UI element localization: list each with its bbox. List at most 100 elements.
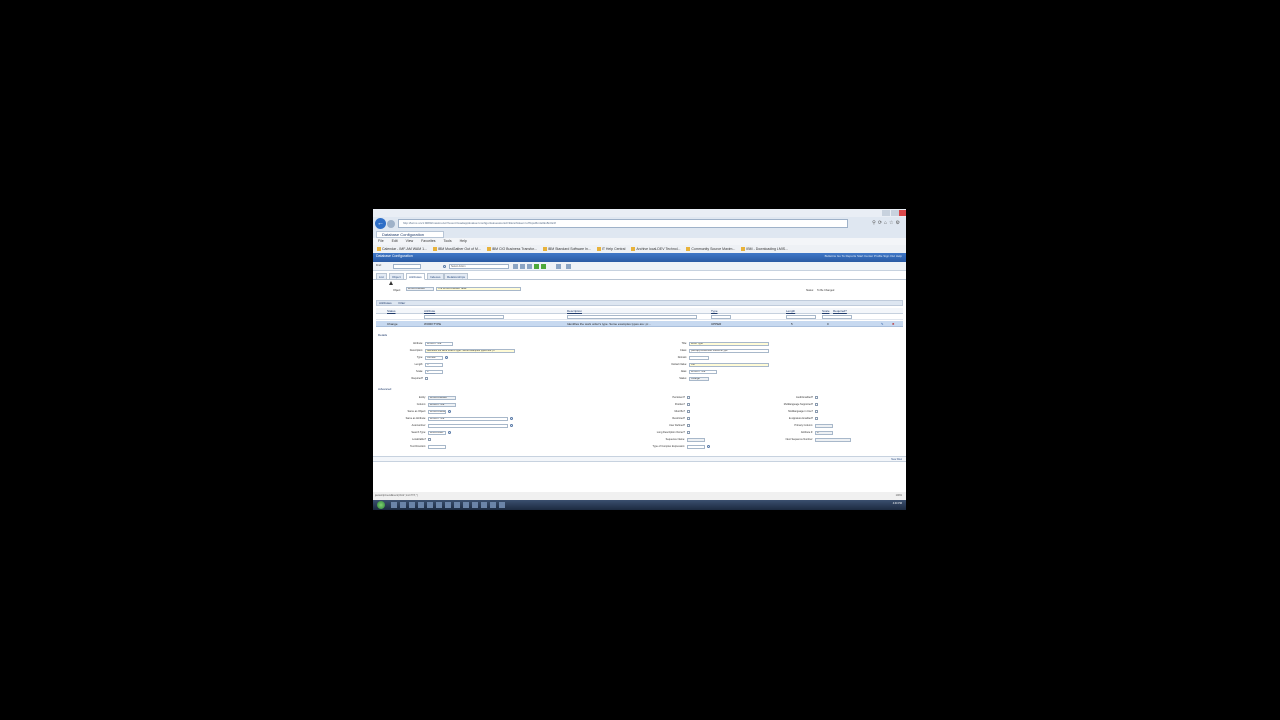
close-icon[interactable]: [899, 210, 906, 216]
filter-description-input[interactable]: [567, 315, 697, 319]
favorite-item[interactable]: IBM Standard Software In...: [542, 247, 591, 252]
mail-icon[interactable]: [418, 502, 424, 508]
edit-row-icon[interactable]: ✎: [881, 321, 884, 327]
tab-indexes[interactable]: Indexes: [427, 273, 444, 280]
menu-file[interactable]: File: [378, 239, 384, 243]
scale-field[interactable]: 0: [425, 370, 443, 374]
system-tray-clock[interactable]: 4:40 PM: [893, 502, 902, 505]
same-as-object-field[interactable]: WORKORDER: [428, 410, 446, 414]
object-field[interactable]: WORKORDER: [406, 287, 434, 291]
autonumber-field[interactable]: [428, 424, 508, 428]
favorite-item[interactable]: Calendar - IMF-AM WAM 1...: [377, 247, 427, 252]
filter-length-input[interactable]: [786, 315, 816, 319]
back-icon[interactable]: ←: [375, 218, 386, 229]
filter-attribute-input[interactable]: [424, 315, 504, 319]
localizable-checkbox[interactable]: [428, 438, 431, 441]
app-icon[interactable]: [454, 502, 460, 508]
attributes-section-header[interactable]: Attributes Filter: [376, 300, 903, 306]
complex-expression-lookup-icon[interactable]: [707, 445, 710, 448]
app-icon[interactable]: [490, 502, 496, 508]
new-row-button[interactable]: New Row: [891, 458, 902, 461]
app-icon[interactable]: [427, 502, 433, 508]
text-direction-field[interactable]: [428, 445, 446, 449]
select-action-dropdown[interactable]: Select Action: [449, 264, 509, 269]
tab-database-configuration[interactable]: Database Configuration: [376, 231, 444, 238]
menu-favorites[interactable]: Favorites: [421, 239, 435, 243]
required-checkbox[interactable]: [425, 377, 428, 380]
app-icon[interactable]: [472, 502, 478, 508]
zoom-level[interactable]: 100%: [896, 492, 902, 500]
tab-list[interactable]: List: [376, 273, 387, 280]
domain-field[interactable]: [689, 356, 709, 360]
favorite-item[interactable]: IT Help Central: [596, 247, 625, 252]
esignature-enabled-checkbox[interactable]: [815, 417, 818, 420]
edit-icon[interactable]: [527, 264, 532, 269]
next-record-icon[interactable]: [541, 264, 546, 269]
title-field[interactable]: Work Type: [689, 342, 769, 346]
search-type-lookup-icon[interactable]: [448, 431, 451, 434]
folder-icon[interactable]: [409, 502, 415, 508]
save-icon[interactable]: [520, 264, 525, 269]
favorite-item[interactable]: IBM MustGather Out of M...: [432, 247, 481, 252]
tab-object[interactable]: Object: [389, 273, 404, 280]
description-field[interactable]: Identifies the work order's type. Some e…: [425, 349, 515, 353]
same-as-attribute-lookup-icon[interactable]: [510, 417, 513, 420]
header-links[interactable]: Bulletins Go To Reports Start Center Pro…: [825, 254, 902, 258]
app-icon[interactable]: [463, 502, 469, 508]
search-type-field[interactable]: WILDCARD: [428, 431, 446, 435]
find-input[interactable]: [393, 264, 421, 269]
favorite-item[interactable]: Archive local-DEV Technol...: [631, 247, 680, 252]
tab-relationships[interactable]: Relationships: [444, 273, 469, 280]
favorite-item[interactable]: Community Source Maxim...: [686, 247, 735, 252]
search-icon[interactable]: [443, 265, 446, 268]
menu-view[interactable]: View: [406, 239, 414, 243]
filter-scale-input[interactable]: [822, 315, 852, 319]
app-icon[interactable]: [499, 502, 505, 508]
long-description-owner-checkbox[interactable]: [687, 431, 690, 434]
app-icon[interactable]: [445, 502, 451, 508]
type-field[interactable]: UPPER: [425, 356, 443, 360]
persistent-checkbox[interactable]: [687, 396, 690, 399]
bulletin-icon[interactable]: [556, 264, 561, 269]
menu-help[interactable]: Help: [460, 239, 467, 243]
positive-checkbox[interactable]: [687, 403, 690, 406]
user-defined-checkbox[interactable]: [687, 424, 690, 427]
apply-config-icon[interactable]: [566, 264, 571, 269]
type-lookup-icon[interactable]: [445, 356, 448, 359]
alias-field[interactable]: WORKTYPE: [689, 370, 717, 374]
forward-icon[interactable]: [387, 220, 395, 228]
table-row[interactable]: Change WORKTYPE Identifies the work orde…: [376, 321, 903, 327]
must-be-checkbox[interactable]: [687, 410, 690, 413]
class-field[interactable]: psdi.app.workorder.FldWorkType: [689, 349, 769, 353]
same-as-object-lookup-icon[interactable]: [448, 410, 451, 413]
maximize-icon[interactable]: [891, 210, 899, 216]
app-icon[interactable]: [436, 502, 442, 508]
new-record-icon[interactable]: [513, 264, 518, 269]
minimize-icon[interactable]: [882, 210, 890, 216]
filter-link[interactable]: Filter: [399, 301, 406, 305]
delete-row-icon[interactable]: ✖: [892, 321, 895, 327]
attribute-field[interactable]: WORKTYPE: [425, 342, 453, 346]
default-value-field[interactable]: CM: [689, 363, 769, 367]
menu-edit[interactable]: Edit: [392, 239, 398, 243]
menu-tools[interactable]: Tools: [443, 239, 451, 243]
explorer-icon[interactable]: [391, 502, 397, 508]
multilanguage-in-use-checkbox[interactable]: [815, 410, 818, 413]
multilanguage-supported-checkbox[interactable]: [815, 403, 818, 406]
favorite-item[interactable]: IBM CIO Business Transfor...: [486, 247, 537, 252]
favorite-item[interactable]: IBM - Downloading LMIS...: [741, 247, 788, 252]
start-button-icon[interactable]: [377, 501, 385, 509]
browser-icon[interactable]: [400, 502, 406, 508]
complex-expression-field[interactable]: [687, 445, 705, 449]
app-icon[interactable]: [481, 502, 487, 508]
url-input[interactable]: http://lwmx-srv1:9080/maximo/ui/?event=l…: [398, 219, 848, 228]
length-field[interactable]: 5: [425, 363, 443, 367]
autonumber-lookup-icon[interactable]: [510, 424, 513, 427]
restricted-checkbox[interactable]: [687, 417, 690, 420]
previous-record-icon[interactable]: [534, 264, 539, 269]
same-as-attribute-field[interactable]: WORKTYPE: [428, 417, 508, 421]
object-description-field[interactable]: The WORKORDER Table: [436, 287, 521, 291]
filter-type-input[interactable]: [711, 315, 731, 319]
tab-attributes[interactable]: Attributes: [406, 273, 425, 280]
browser-icons[interactable]: ⚲⟳⌂☆⚙: [872, 220, 902, 226]
